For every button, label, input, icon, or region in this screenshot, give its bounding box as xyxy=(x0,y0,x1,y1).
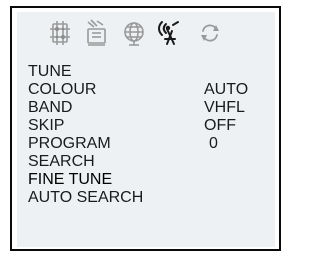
menu-item-label: COLOUR xyxy=(28,81,97,98)
menu-item-fine-tune[interactable]: FINE TUNE xyxy=(28,170,268,190)
tune-menu: TUNE COLOUR AUTO BAND VHFL SKIP OFF PROG… xyxy=(17,12,275,247)
menu-item-tune[interactable]: TUNE xyxy=(28,62,268,82)
menu-item-label: FINE TUNE xyxy=(28,171,113,188)
menu-item-value: OFF xyxy=(204,117,236,134)
menu-item-search[interactable]: SEARCH xyxy=(28,152,268,172)
menu-item-band[interactable]: BAND VHFL xyxy=(28,98,268,118)
menu-item-value: AUTO xyxy=(204,81,249,98)
menu-item-program[interactable]: PROGRAM 0 xyxy=(28,134,268,154)
menu-item-value: 0 xyxy=(209,135,218,152)
menu-item-label: SKIP xyxy=(28,117,65,134)
menu-item-label: AUTO SEARCH xyxy=(28,189,144,206)
tv-osd-panel: TUNE COLOUR AUTO BAND VHFL SKIP OFF PROG… xyxy=(17,12,275,247)
menu-item-value: VHFL xyxy=(204,99,245,116)
menu-item-label: SEARCH xyxy=(28,153,95,170)
menu-item-skip[interactable]: SKIP OFF xyxy=(28,116,268,136)
menu-item-label: BAND xyxy=(28,99,73,116)
menu-item-label: TUNE xyxy=(28,63,72,80)
menu-item-auto-search[interactable]: AUTO SEARCH xyxy=(28,188,268,208)
menu-item-label: PROGRAM xyxy=(28,135,111,152)
menu-item-colour[interactable]: COLOUR AUTO xyxy=(28,80,268,100)
